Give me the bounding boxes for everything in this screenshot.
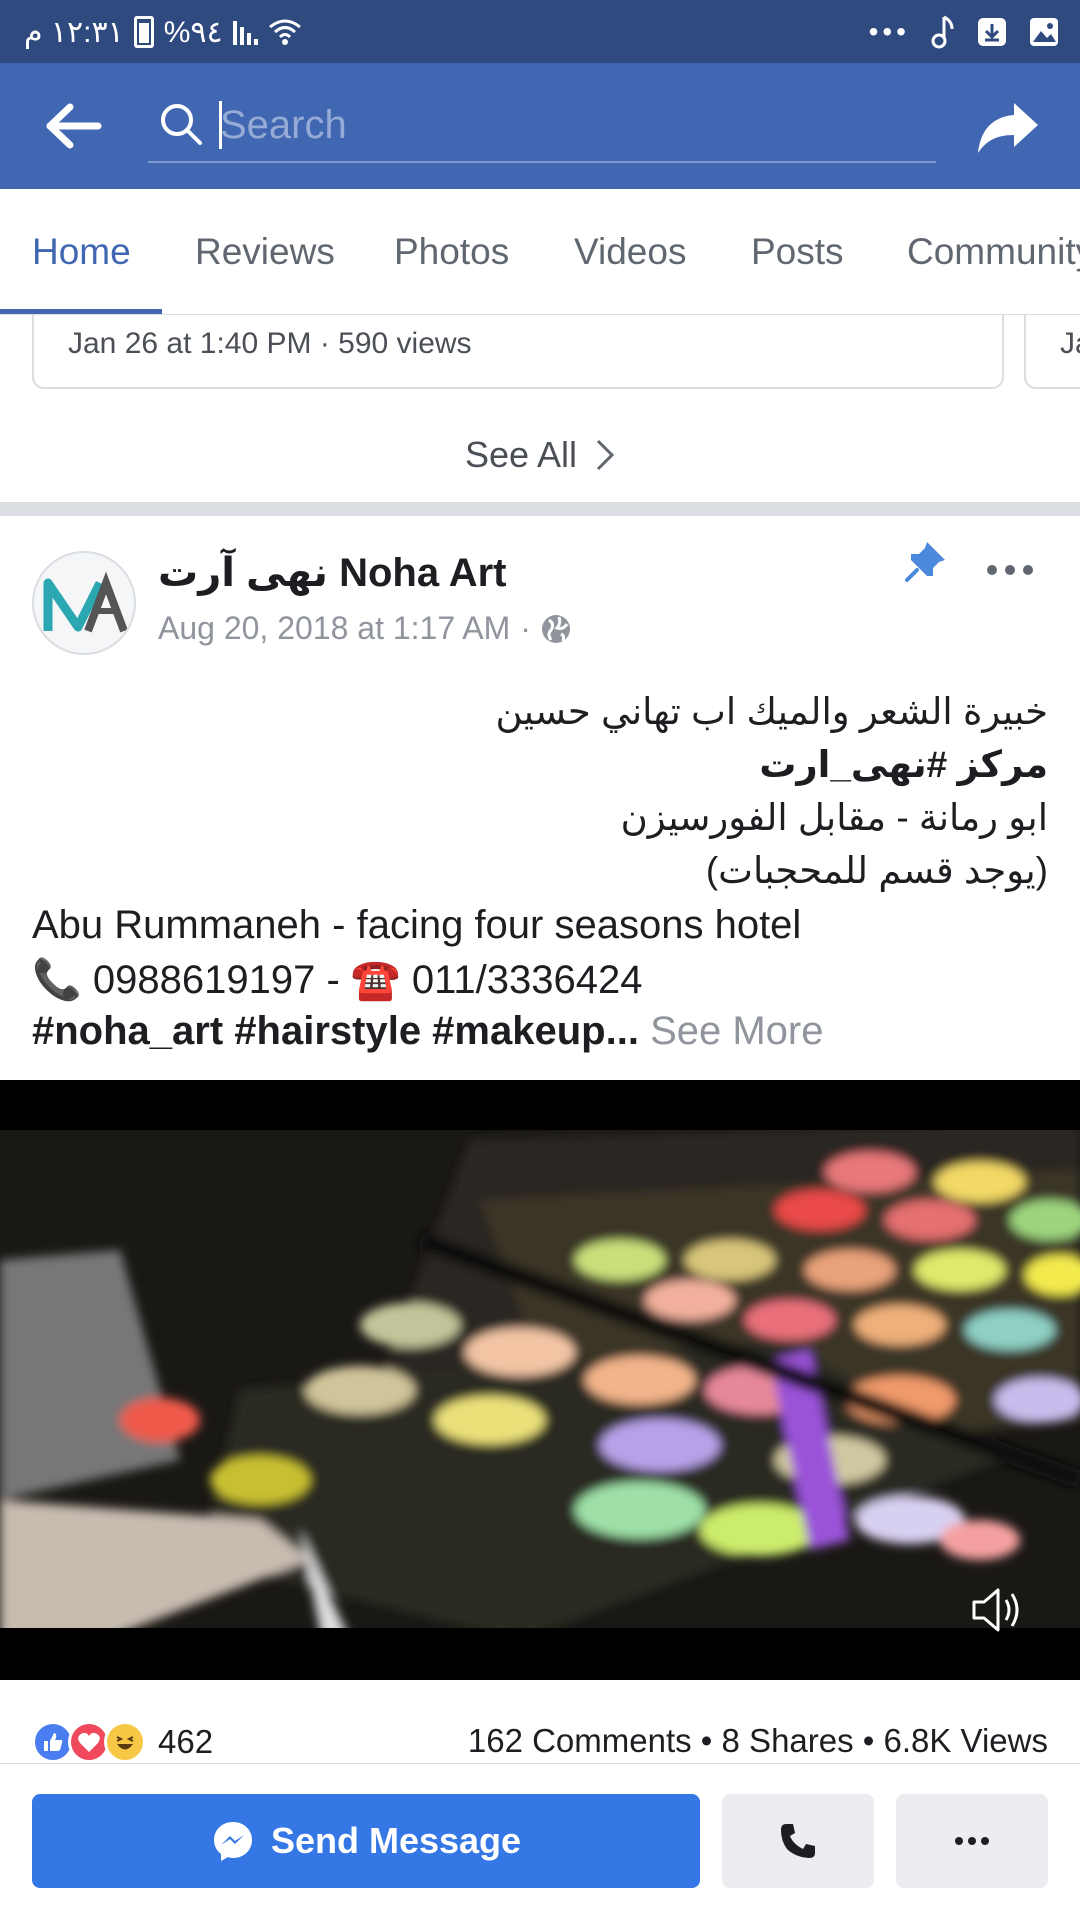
see-all-link[interactable]: See All	[0, 415, 1080, 495]
download-icon	[978, 18, 1006, 46]
tab-posts[interactable]: Posts	[751, 231, 844, 273]
status-left: ١٢:٣١ م %٩٤	[24, 12, 302, 52]
back-arrow-icon[interactable]	[44, 101, 104, 151]
search-icon	[161, 104, 202, 145]
globe-icon	[541, 614, 570, 643]
reactions-summary[interactable]: 462	[32, 1720, 213, 1764]
signal-icon	[232, 19, 258, 45]
more-options-icon[interactable]	[984, 552, 1036, 588]
tab-photos[interactable]: Photos	[394, 231, 509, 273]
share-arrow-icon[interactable]	[976, 99, 1040, 155]
call-button[interactable]	[722, 1794, 874, 1888]
engagement-stats[interactable]: 162 Comments • 8 Shares • 6.8K Views	[468, 1722, 1048, 1760]
send-message-label: Send Message	[270, 1820, 522, 1861]
post-video[interactable]	[0, 1080, 1080, 1680]
video-card-meta: Jan 26 at 1:40 PM · 590 views	[68, 327, 472, 360]
reactions-count: 462	[158, 1723, 214, 1760]
status-time: ١٢:٣١ م	[24, 15, 124, 49]
page-name[interactable]: نهى آرت Noha Art	[158, 550, 506, 596]
more-actions-button[interactable]	[896, 1794, 1048, 1888]
dot-separator: ·	[520, 610, 531, 646]
tab-home[interactable]: Home	[32, 231, 131, 273]
status-right: •••	[869, 12, 1060, 52]
bottom-action-bar: Send Message	[0, 1763, 1080, 1920]
video-card[interactable]: Jan 26 at 1:40 PM · 590 views	[32, 315, 1004, 389]
battery-level: %٩٤	[163, 15, 223, 49]
haha-reaction-icon	[104, 1721, 146, 1763]
post-text-line: ابو رمانة - مقابل الفورسيزن	[620, 797, 1048, 838]
battery-icon	[133, 16, 154, 48]
image-icon	[1030, 18, 1058, 46]
post-hashtags[interactable]: #noha_art #hairstyle #makeup	[32, 1009, 606, 1053]
more-horizontal-icon	[955, 1837, 989, 1845]
page-avatar[interactable]	[32, 551, 136, 655]
ellipsis: ...	[605, 1009, 639, 1053]
video-card-next[interactable]: Ja	[1024, 315, 1080, 389]
chevron-right-icon	[596, 439, 615, 471]
section-divider	[0, 502, 1080, 516]
text-cursor	[219, 101, 222, 149]
noha-art-logo	[43, 571, 128, 633]
search-input[interactable]	[220, 95, 910, 155]
music-note-icon	[931, 15, 954, 49]
post-date: Aug 20, 2018 at 1:17 AM	[158, 610, 511, 646]
see-all-label: See All	[464, 434, 578, 475]
messenger-icon	[213, 1822, 252, 1861]
overflow-dots-icon: •••	[868, 16, 910, 47]
tab-videos[interactable]: Videos	[574, 231, 686, 273]
page-tabs: Home Reviews Photos Videos Posts Communi…	[0, 189, 1080, 315]
search-box[interactable]	[148, 89, 936, 163]
top-app-bar	[0, 63, 1080, 189]
send-message-button[interactable]: Send Message	[32, 1794, 700, 1888]
wifi-icon	[268, 19, 301, 45]
volume-icon[interactable]	[968, 1580, 1028, 1640]
video-frame	[0, 1080, 1080, 1680]
post-meta: Aug 20, 2018 at 1:17 AM ·	[158, 610, 571, 647]
tab-reviews[interactable]: Reviews	[195, 231, 335, 273]
post-text-line: خبيرة الشعر والميك اب تهاني حسين	[495, 691, 1048, 732]
video-card-next-meta: Ja	[1060, 327, 1080, 360]
post-text-line: Abu Rummaneh - facing four seasons hotel	[32, 903, 802, 947]
post-text-line: (يوجد قسم للمحجبات)	[705, 850, 1048, 891]
pin-icon	[905, 542, 945, 582]
videos-carousel: Jan 26 at 1:40 PM · 590 views Ja	[0, 315, 1080, 395]
post-phones: 📞 0988619197 - ☎️ 011/3336424	[32, 958, 643, 1002]
post-hashtags-line: #noha_art #hairstyle #makeup... See More	[32, 1009, 823, 1054]
see-more-link[interactable]: See More	[650, 1009, 823, 1053]
post-text-line-hashtag[interactable]: مركز #نهى_ارت	[759, 743, 1048, 786]
status-bar: ١٢:٣١ م %٩٤ •••	[0, 0, 1080, 63]
tab-community[interactable]: Community	[907, 231, 1080, 273]
phone-icon	[781, 1824, 815, 1858]
